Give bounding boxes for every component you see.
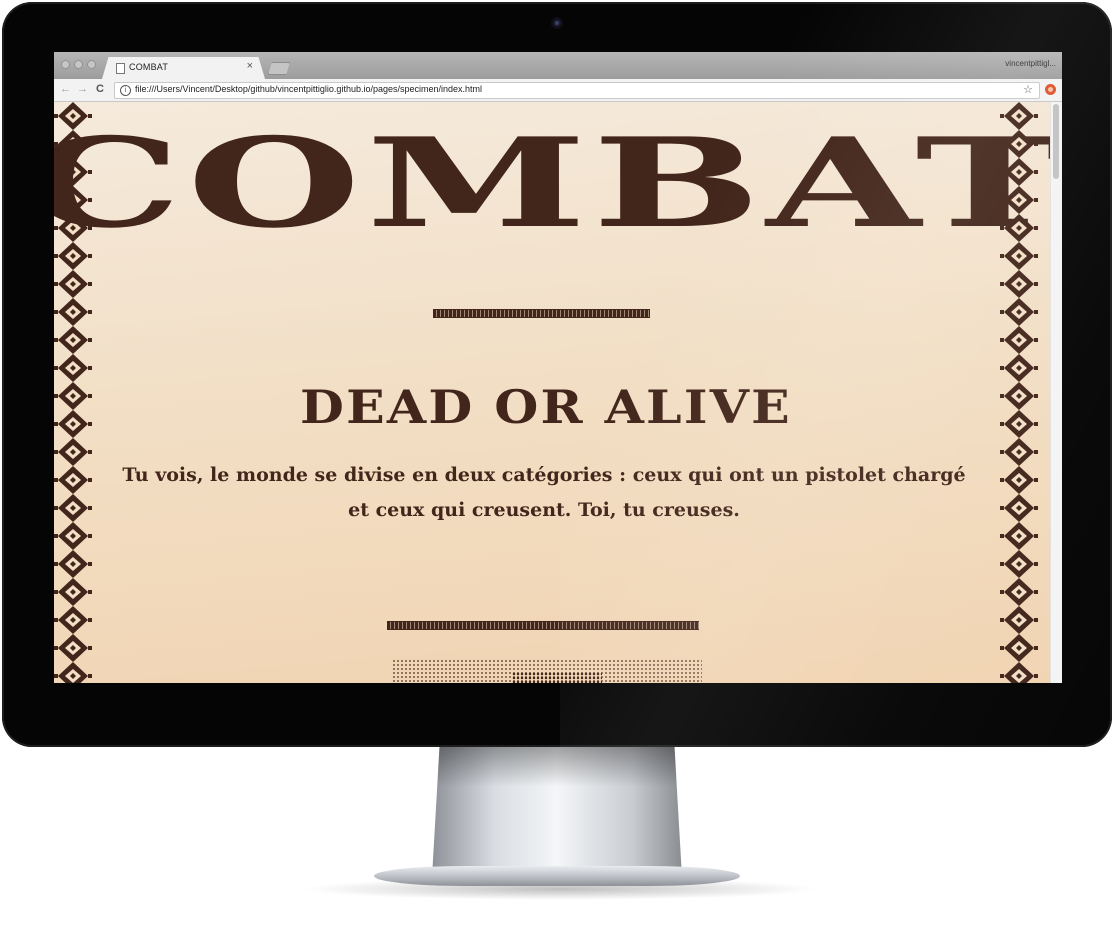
window-zoom-dot[interactable]: [87, 60, 96, 69]
monitor-stand-shade: [437, 747, 677, 787]
star-icon[interactable]: ☆: [1023, 83, 1033, 96]
quote-text: Tu vois, le monde se divise en deux caté…: [104, 458, 984, 528]
new-tab-icon[interactable]: [268, 62, 290, 75]
webcam-icon: [551, 17, 563, 29]
ornament-rule-bottom: [387, 621, 699, 630]
document-icon: [116, 63, 125, 74]
tab-combat[interactable]: COMBAT ×: [102, 57, 265, 79]
monitor-screen: COMBAT × vincentpittigl... ← → C i file:…: [54, 52, 1062, 683]
halftone-ornament-dense: [512, 672, 602, 683]
info-icon[interactable]: i: [120, 85, 131, 96]
page-subtitle: DEAD OR ALIVE: [300, 380, 792, 434]
decorative-border-right: [1000, 102, 1038, 683]
address-bar[interactable]: i file:///Users/Vincent/Desktop/github/v…: [114, 82, 1040, 99]
browser-tab-bar: COMBAT × vincentpittigl...: [54, 52, 1062, 79]
quote-line-2: et ceux qui creusent. Toi, tu creuses.: [348, 499, 740, 521]
url-text[interactable]: file:///Users/Vincent/Desktop/github/vin…: [135, 84, 482, 94]
quote-line-1: Tu vois, le monde se divise en deux caté…: [122, 464, 966, 486]
reload-icon[interactable]: C: [96, 83, 104, 95]
scrollbar-thumb[interactable]: [1053, 104, 1059, 179]
profile-label[interactable]: vincentpittigl...: [1005, 59, 1056, 68]
tab-title: COMBAT: [129, 62, 169, 72]
page-title: COMBAT: [54, 111, 1062, 256]
window-close-dot[interactable]: [61, 60, 70, 69]
monitor-stand-foot: [374, 866, 740, 886]
extension-icon[interactable]: [1045, 84, 1056, 95]
browser-toolbar: ← → C i file:///Users/Vincent/Desktop/gi…: [54, 79, 1062, 102]
window-minimize-dot[interactable]: [74, 60, 83, 69]
page-scrollbar[interactable]: [1050, 102, 1062, 683]
forward-icon[interactable]: →: [77, 83, 88, 95]
back-icon[interactable]: ←: [60, 83, 71, 95]
close-icon[interactable]: ×: [247, 60, 253, 72]
ornament-rule-top: [433, 309, 650, 318]
web-page: COMBAT DEAD OR ALIVE Tu vois, le monde s…: [54, 102, 1062, 683]
